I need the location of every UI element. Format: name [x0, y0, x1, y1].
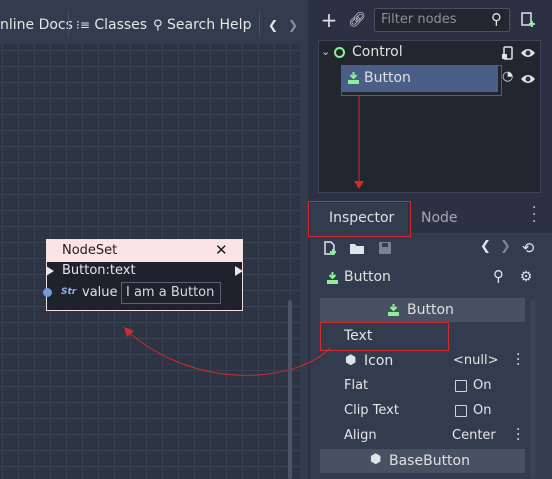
- annotation-arrows: [124, 95, 364, 376]
- arrow-property-to-node: [125, 329, 331, 376]
- arrow-head: [354, 181, 364, 189]
